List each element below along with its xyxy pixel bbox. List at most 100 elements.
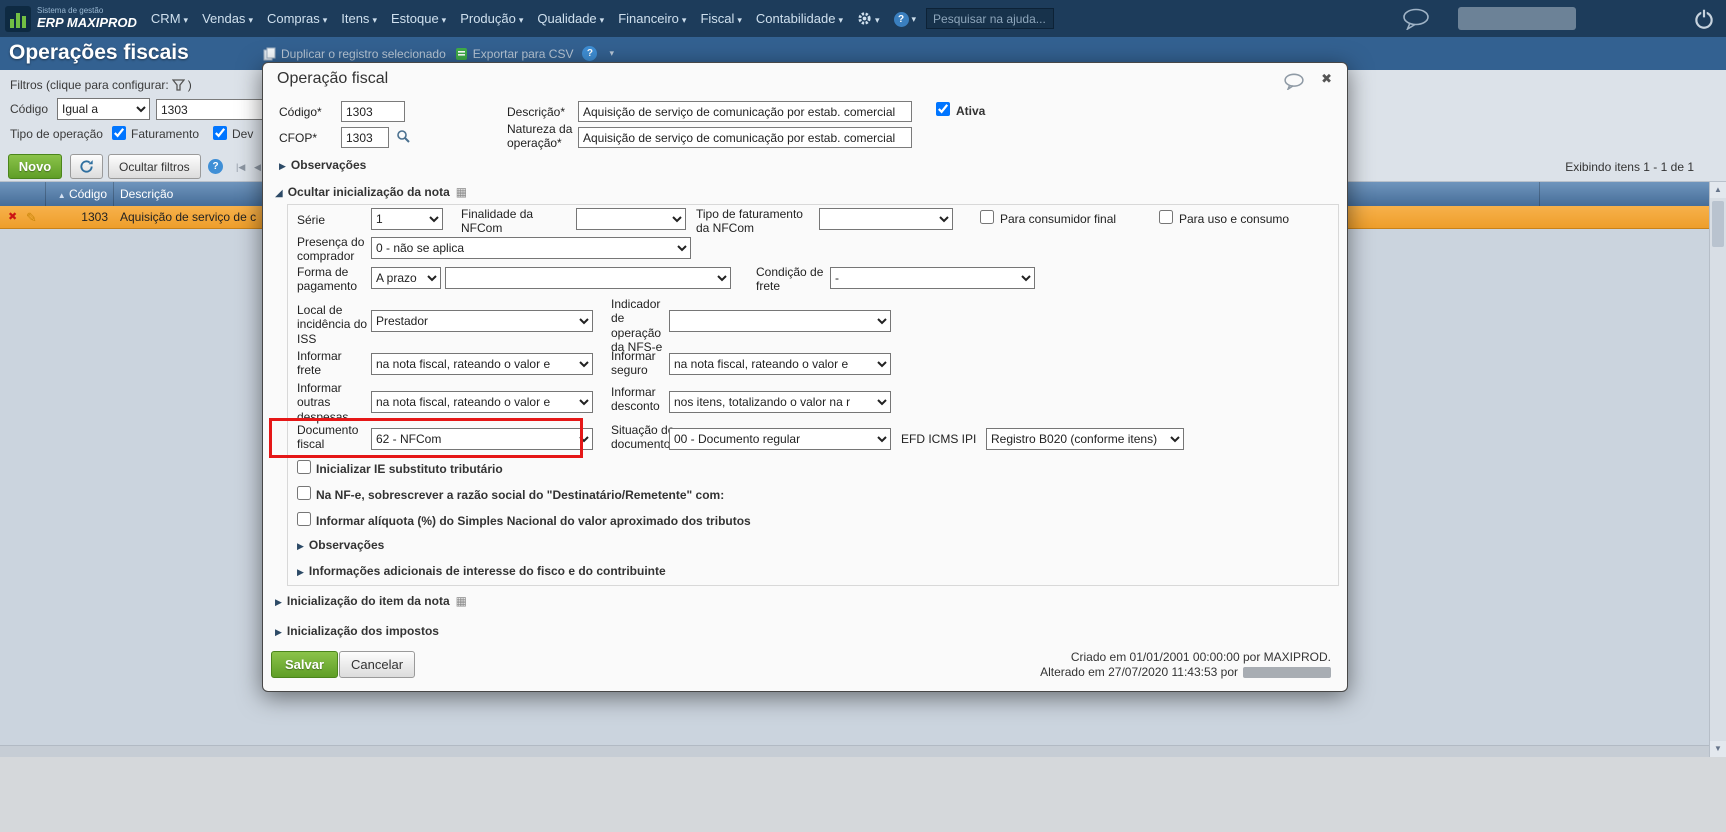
cfop-label: CFOP* xyxy=(279,131,318,145)
row-codigo: 1303 xyxy=(81,210,108,224)
menu-estoque[interactable]: Estoque ▾ xyxy=(391,11,446,26)
ocultar-filtros-button[interactable]: Ocultar filtros xyxy=(108,154,201,179)
prev-page-button[interactable]: ◀ xyxy=(254,162,261,173)
natureza-input[interactable] xyxy=(578,127,912,148)
edit-row-icon[interactable]: ✎ xyxy=(26,210,37,225)
menu-vendas[interactable]: Vendas ▾ xyxy=(202,11,253,26)
situacao-documento-select[interactable]: 00 - Documento regular xyxy=(669,428,891,450)
cancelar-button[interactable]: Cancelar xyxy=(339,651,416,678)
help-menu[interactable]: ? ▾ xyxy=(893,10,917,27)
erp-logo-icon xyxy=(5,5,31,32)
codigo-input[interactable] xyxy=(341,101,405,122)
descricao-input[interactable] xyxy=(578,101,912,122)
menu-contabilidade[interactable]: Contabilidade ▾ xyxy=(756,11,843,26)
settings-menu[interactable]: ▾ xyxy=(857,11,880,26)
logout-button[interactable] xyxy=(1692,0,1716,37)
top-bar: Sistema de gestão ERP MAXIPROD CRM ▾ Vend… xyxy=(0,0,1726,37)
help-icon[interactable]: ? xyxy=(208,159,223,174)
scroll-down-icon[interactable]: ▼ xyxy=(1710,741,1726,757)
menu-producao[interactable]: Produção ▾ xyxy=(460,11,523,26)
sobrescrever-razao-checkbox[interactable] xyxy=(297,486,311,500)
collapsed-icon: ▶ xyxy=(275,597,282,607)
scrollbar-thumb[interactable] xyxy=(1712,201,1724,247)
duplicate-record-button[interactable]: Duplicar o registro selecionado xyxy=(263,47,446,61)
chevron-down-icon: ▾ xyxy=(681,15,687,25)
efd-icms-ipi-select[interactable]: Registro B020 (conforme itens) xyxy=(986,428,1184,450)
comment-icon[interactable] xyxy=(1283,73,1305,93)
documento-fiscal-select[interactable]: 62 - NFCom xyxy=(371,428,593,450)
vertical-scrollbar[interactable]: ▲ ▼ xyxy=(1709,182,1726,757)
filter-faturamento-checkbox[interactable] xyxy=(112,126,126,140)
menu-itens[interactable]: Itens ▾ xyxy=(341,11,377,26)
help-search-input[interactable] xyxy=(926,8,1055,29)
expanded-icon: ◢ xyxy=(275,188,283,199)
inicializar-ie-label: Inicializar IE substituto tributário xyxy=(316,462,503,476)
modified-by-redacted xyxy=(1243,667,1331,679)
serie-select[interactable]: 1 xyxy=(371,208,443,230)
paging-status: Exibindo itens 1 - 1 de 1 xyxy=(1565,160,1694,174)
chat-button[interactable] xyxy=(1401,0,1431,37)
filter-codigo-label: Código xyxy=(10,102,49,116)
scroll-up-icon[interactable]: ▲ xyxy=(1710,182,1726,198)
finalidade-nfcom-select[interactable] xyxy=(576,208,686,230)
info-adicionais-toggle[interactable]: ▶ Informações adicionais de interesse do … xyxy=(297,564,666,578)
refresh-button[interactable] xyxy=(70,154,103,179)
inicializacao-nota-toggle[interactable]: ◢ Ocultar inicialização da nota ▦ xyxy=(275,185,467,199)
documento-fiscal-label: Documento fiscal xyxy=(297,423,359,452)
descricao-label: Descrição* xyxy=(507,105,566,119)
informar-frete-label: Informar frete xyxy=(297,349,342,378)
observacoes-toggle[interactable]: ▶ Observações xyxy=(279,158,366,172)
grid-header-codigo[interactable]: ▲ Código xyxy=(46,182,114,206)
salvar-button[interactable]: Salvar xyxy=(271,651,339,678)
observacoes-section-toggle[interactable]: ▶ Observações xyxy=(297,538,384,552)
grid-icon[interactable]: ▦ xyxy=(456,594,467,608)
csv-file-icon xyxy=(455,47,467,60)
close-icon[interactable]: ✖ xyxy=(1321,71,1332,87)
informar-aliquota-checkbox[interactable] xyxy=(297,512,311,526)
inicializacao-impostos-toggle[interactable]: ▶ Inicialização dos impostos xyxy=(275,624,439,638)
filter-devolucao-checkbox[interactable] xyxy=(213,126,227,140)
para-uso-consumo-checkbox[interactable] xyxy=(1159,210,1173,224)
inicializacao-item-toggle[interactable]: ▶ Inicialização do item da nota ▦ xyxy=(275,594,467,608)
cfop-input[interactable] xyxy=(341,127,389,148)
help-icon[interactable]: ? xyxy=(582,46,598,61)
forma-pagamento-select[interactable]: A prazo xyxy=(371,267,441,289)
local-iss-select[interactable]: Prestador xyxy=(371,310,593,332)
user-info-redacted[interactable] xyxy=(1458,7,1576,30)
informar-frete-select[interactable]: na nota fiscal, rateando o valor e xyxy=(371,353,593,375)
condicao-frete-select[interactable]: - xyxy=(830,267,1035,289)
menu-fiscal[interactable]: Fiscal ▾ xyxy=(700,11,741,26)
inicializar-ie-checkbox[interactable] xyxy=(297,460,311,474)
menu-compras[interactable]: Compras ▾ xyxy=(267,11,327,26)
sobrescrever-razao-label: Na NF-e, sobrescrever a razão social do … xyxy=(316,488,725,502)
tipo-faturamento-nfcom-select[interactable] xyxy=(819,208,953,230)
chevron-down-icon: ▾ xyxy=(322,15,328,25)
chevron-down-icon[interactable]: ▾ xyxy=(609,48,614,59)
forma-pagamento-label: Forma de pagamento xyxy=(297,265,358,294)
menu-crm[interactable]: CRM ▾ xyxy=(151,11,188,26)
grid-icon[interactable]: ▦ xyxy=(456,185,467,199)
first-page-button[interactable]: |◀ xyxy=(236,162,245,173)
menu-financeiro[interactable]: Financeiro ▾ xyxy=(618,11,686,26)
ativa-checkbox[interactable] xyxy=(936,102,950,116)
chevron-down-icon: ▾ xyxy=(911,14,917,24)
natureza-label: Natureza da operação* xyxy=(507,122,573,151)
cfop-search-button[interactable] xyxy=(396,129,411,147)
informar-outras-despesas-select[interactable]: na nota fiscal, rateando o valor e xyxy=(371,391,593,413)
export-csv-button[interactable]: Exportar para CSV xyxy=(455,47,573,61)
informar-desconto-label: Informar desconto xyxy=(611,385,660,414)
para-consumidor-final-checkbox[interactable] xyxy=(980,210,994,224)
informar-seguro-select[interactable]: na nota fiscal, rateando o valor e xyxy=(669,353,891,375)
menu-qualidade[interactable]: Qualidade ▾ xyxy=(537,11,604,26)
indicador-nfse-label: Indicador de operação da NFS-e xyxy=(611,297,663,355)
forma-pagamento-detail-select[interactable] xyxy=(445,267,731,289)
presenca-comprador-select[interactable]: 0 - não se aplica xyxy=(371,237,691,259)
chevron-down-icon: ▾ xyxy=(441,15,447,25)
horizontal-scroll-strip[interactable] xyxy=(0,745,1709,757)
informar-desconto-select[interactable]: nos itens, totalizando o valor na r xyxy=(669,391,891,413)
delete-row-icon[interactable]: ✖ xyxy=(8,210,17,225)
filters-header[interactable]: Filtros (clique para configurar: ) xyxy=(10,78,192,92)
novo-button[interactable]: Novo xyxy=(8,154,62,179)
indicador-nfse-select[interactable] xyxy=(669,310,891,332)
filter-codigo-operator-select[interactable]: Igual a xyxy=(57,98,150,120)
